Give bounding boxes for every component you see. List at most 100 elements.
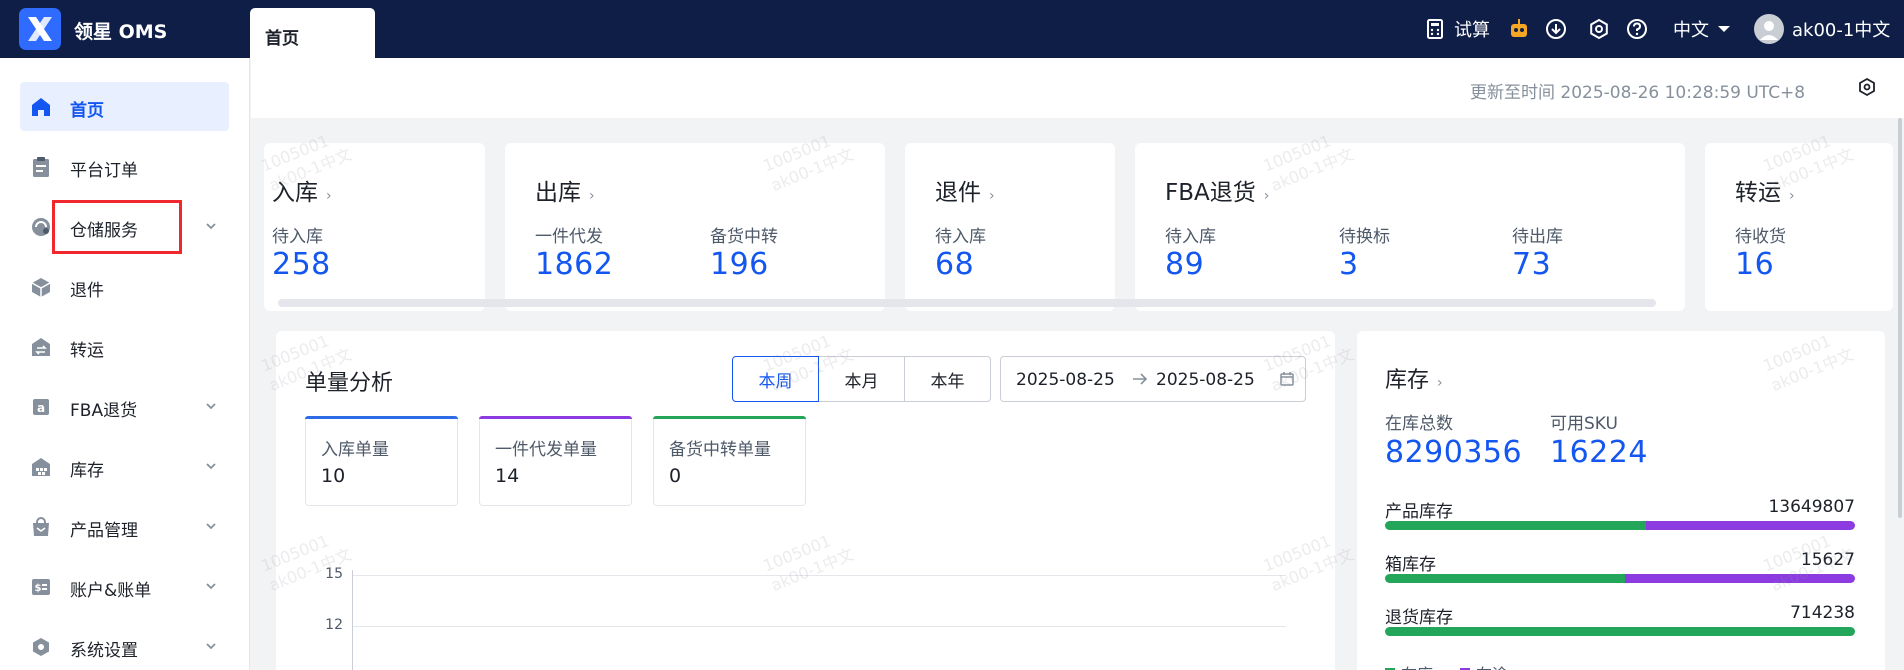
date-start[interactable]: 2025-08-25 [1016,370,1115,390]
sidebar-item-label: 账户&账单 [70,581,152,601]
stat-value[interactable]: 3 [1339,247,1359,282]
app-title: 领星 OMS [74,21,168,43]
stat-value[interactable]: 196 [710,247,769,282]
svg-text:$: $ [35,583,42,594]
metric-color-bar [305,416,458,419]
metric-card-inbound[interactable]: 入库单量 10 [305,416,458,506]
language-selector[interactable]: 中文 [1673,0,1731,58]
metric-card-stock-transfer[interactable]: 备货中转单量 0 [653,416,806,506]
download-circle-icon [1546,19,1566,39]
sidebar-item-product-management[interactable]: 产品管理 [20,502,229,551]
metric-value: 0 [669,465,682,487]
sidebar-item-fba-returns[interactable]: a FBA退货 [20,382,229,431]
available-sku-value: 16224 [1550,435,1648,470]
inbound-card-title: 入库 › [272,180,332,206]
stat-label: 待入库 [272,227,323,247]
date-range-picker[interactable]: 2025-08-25 2025-08-25 [1000,356,1306,402]
date-end[interactable]: 2025-08-25 [1156,370,1255,390]
update-time: 更新至时间 2025-08-26 10:28:59 UTC+8 [1470,83,1806,103]
sidebar-item-system-settings[interactable]: 系统设置 [20,622,229,670]
y-axis-line [352,570,353,670]
sidebar-item-platform-orders[interactable]: 平台订单 [20,142,229,191]
user-menu[interactable]: ak00-1中文 [1754,0,1890,58]
chevron-down-icon [206,583,216,590]
metric-value: 14 [495,465,520,487]
robot-icon [1511,19,1527,37]
returns-card[interactable]: 退件 › 待入库 68 [905,143,1115,311]
metric-label: 入库单量 [321,440,389,460]
y-axis-tick: 15 [325,566,343,582]
question-circle-icon [1627,19,1647,39]
return-box-icon [31,278,51,297]
chevron-down-icon [206,523,216,530]
fba-card-title: FBA退货 › [1165,180,1270,206]
outbound-card[interactable]: 出库 › 一件代发 1862 备货中转 196 [505,143,885,311]
stat-label: 待出库 [1512,227,1563,247]
fba-returns-card[interactable]: FBA退货 › 待入库 89 待换标 3 待出库 73 [1135,143,1685,311]
inventory-row-label: 箱库存 [1385,555,1436,575]
stat-value[interactable]: 258 [272,247,331,282]
inventory-progress-bar [1385,627,1855,636]
refresh-settings-icon[interactable] [1857,77,1877,97]
avatar [1754,14,1784,44]
sidebar-item-returns[interactable]: 退件 [20,262,229,311]
sidebar-item-transfer[interactable]: 转运 [20,322,229,371]
sidebar-item-account-billing[interactable]: $ 账户&账单 [20,562,229,611]
help-button[interactable] [1626,0,1648,58]
logo-icon [28,17,52,41]
calendar-icon [1280,372,1294,386]
trial-calc-button[interactable]: 试算 [1424,0,1490,58]
calculator-icon [1427,19,1443,39]
sidebar-item-label: FBA退货 [70,401,138,421]
in-stock-segment [1385,574,1625,583]
metric-value: 10 [321,465,346,487]
metric-label: 一件代发单量 [495,440,597,460]
legend-in-stock: 在库 [1385,661,1433,670]
legend-in-transit: 在途 [1460,661,1508,670]
gear-icon [1590,18,1608,40]
clipboard-icon [33,157,49,177]
sidebar-item-label: 退件 [70,281,104,301]
trial-calc-label: 试算 [1454,20,1490,41]
metric-card-dropship[interactable]: 一件代发单量 14 [479,416,632,506]
sidebar-item-home[interactable]: 首页 [20,82,229,131]
transfer-card[interactable]: 转运 › 待收货 16 [1705,143,1893,311]
account-bill-icon: $ [32,579,50,595]
inventory-row-value: 15627 [1800,550,1855,570]
grid-line [352,575,1286,576]
tab-home[interactable]: 首页 [250,8,375,58]
sidebar-item-label: 产品管理 [70,521,138,541]
inbound-card[interactable]: 入库 › 待入库 258 [264,143,485,311]
transfer-icon [32,338,50,356]
stat-value[interactable]: 16 [1735,247,1774,282]
sidebar-item-inventory[interactable]: 库存 [20,442,229,491]
stat-label: 待换标 [1339,227,1390,247]
inventory-progress-bar [1385,521,1855,530]
stat-value[interactable]: 68 [935,247,974,282]
chevron-down-icon [206,403,216,410]
stat-value[interactable]: 73 [1512,247,1551,282]
stat-label: 待入库 [935,227,986,247]
returns-card-title: 退件 › [935,180,995,206]
in-stock-segment [1385,521,1646,530]
page-scroll-thumb[interactable] [1898,118,1902,518]
robot-assistant-button[interactable] [1508,0,1530,58]
stat-value[interactable]: 1862 [535,247,613,282]
in-transit-segment [1645,521,1855,530]
period-month-button[interactable]: 本月 [818,356,905,402]
y-axis-tick: 12 [325,617,343,633]
stat-value[interactable]: 89 [1165,247,1204,282]
volume-analysis-title: 单量分析 [305,371,394,396]
period-week-button[interactable]: 本周 [732,356,819,402]
inventory-title[interactable]: 库存 › [1385,362,1443,394]
settings-button[interactable] [1588,0,1610,58]
period-year-button[interactable]: 本年 [904,356,991,402]
inventory-total-label: 在库总数 [1385,414,1453,434]
in-transit-segment [1624,574,1855,583]
product-bag-icon [33,517,49,536]
metric-color-bar [479,416,632,419]
download-button[interactable] [1545,0,1567,58]
outbound-card-title: 出库 › [535,180,595,206]
cards-horizontal-scrollbar[interactable] [278,299,1656,307]
app-logo[interactable] [19,8,61,50]
